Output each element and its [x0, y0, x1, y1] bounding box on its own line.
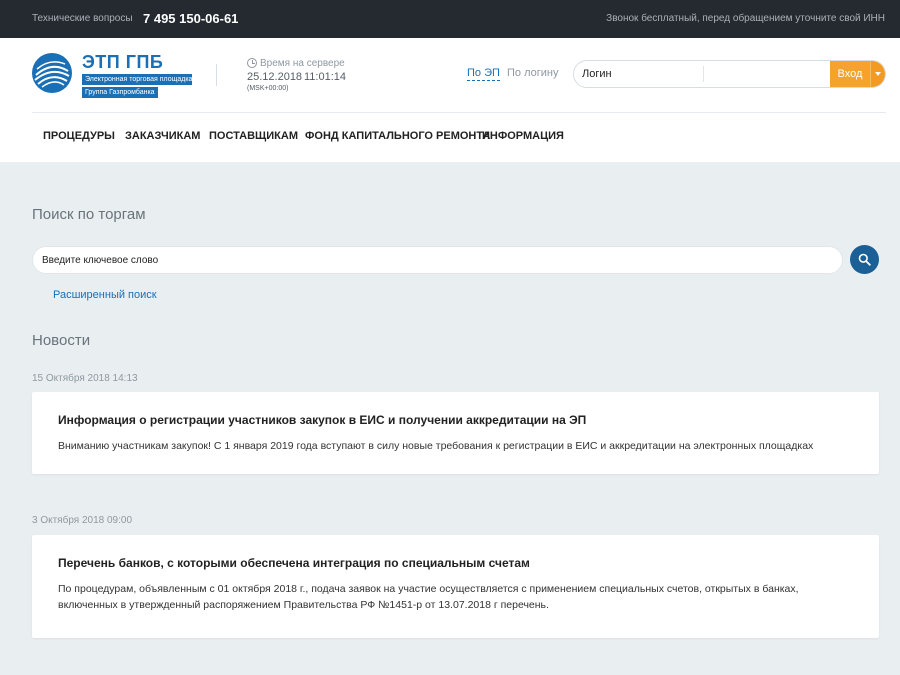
nav-item-information[interactable]: ИНФОРМАЦИЯ: [482, 130, 564, 142]
login-button[interactable]: Вход: [830, 61, 870, 87]
field-divider: [703, 66, 704, 82]
news-title[interactable]: Информация о регистрации участников заку…: [58, 413, 586, 427]
server-clock: 11:01:14: [304, 71, 347, 83]
news-card[interactable]: Информация о регистрации участников заку…: [32, 392, 879, 474]
password-input[interactable]: [708, 61, 828, 87]
support-label: Технические вопросы: [32, 13, 133, 24]
logo-subtitle: Электронная торговая площадка: [82, 74, 192, 85]
top-bar: Технические вопросы 7 495 150-06-61 Звон…: [0, 0, 900, 38]
news-text: Вниманию участникам закупок! С 1 января …: [58, 440, 814, 452]
news-text: По процедурам, объявленным с 01 октября …: [58, 583, 799, 611]
nav-item-capital-repair-fund[interactable]: ФОНД КАПИТАЛЬНОГО РЕМОНТА: [305, 130, 490, 142]
search-heading: Поиск по торгам: [32, 206, 146, 223]
search-icon: [858, 253, 871, 266]
header-divider: [216, 64, 217, 86]
clock-icon: [247, 58, 257, 68]
logo-group: Группа Газпромбанка: [82, 87, 158, 98]
chevron-down-icon: [875, 72, 881, 76]
call-note: Звонок бесплатный, перед обращением уточ…: [606, 13, 885, 24]
login-form: Вход: [573, 60, 886, 88]
server-timezone: (MSK+00:00): [247, 85, 289, 92]
nav-item-customers[interactable]: ЗАКАЗЧИКАМ: [125, 130, 200, 142]
header: ЭТП ГПБ Электронная торговая площадка Гр…: [0, 38, 900, 162]
news-card[interactable]: Перечень банков, с которыми обеспечена и…: [32, 535, 879, 638]
news-date: 15 Октября 2018 14:13: [32, 373, 138, 384]
server-date: 25.12.2018: [247, 71, 303, 83]
server-time-label: Время на сервере: [260, 58, 345, 69]
nav-item-procedures[interactable]: ПРОЦЕДУРЫ: [43, 130, 115, 142]
nav-item-suppliers[interactable]: ПОСТАВЩИКАМ: [209, 130, 298, 142]
login-input[interactable]: [582, 61, 702, 87]
logo-title: ЭТП ГПБ: [82, 52, 164, 72]
news-date: 3 Октября 2018 09:00: [32, 515, 133, 526]
site-logo[interactable]: ЭТП ГПБ Электронная торговая площадка Гр…: [32, 52, 194, 98]
header-divider-line: [32, 112, 886, 113]
tab-login-by-ep[interactable]: По ЭП: [467, 67, 500, 81]
support-phone[interactable]: 7 495 150-06-61: [143, 11, 238, 26]
login-options-dropdown[interactable]: [870, 61, 885, 87]
advanced-search-link[interactable]: Расширенный поиск: [53, 289, 157, 301]
globe-logo-icon: [32, 53, 72, 93]
news-title[interactable]: Перечень банков, с которыми обеспечена и…: [58, 556, 530, 570]
search-input[interactable]: [32, 246, 843, 274]
search-button[interactable]: [850, 245, 879, 274]
tab-login-by-login[interactable]: По логину: [507, 67, 558, 80]
news-heading: Новости: [32, 332, 91, 349]
